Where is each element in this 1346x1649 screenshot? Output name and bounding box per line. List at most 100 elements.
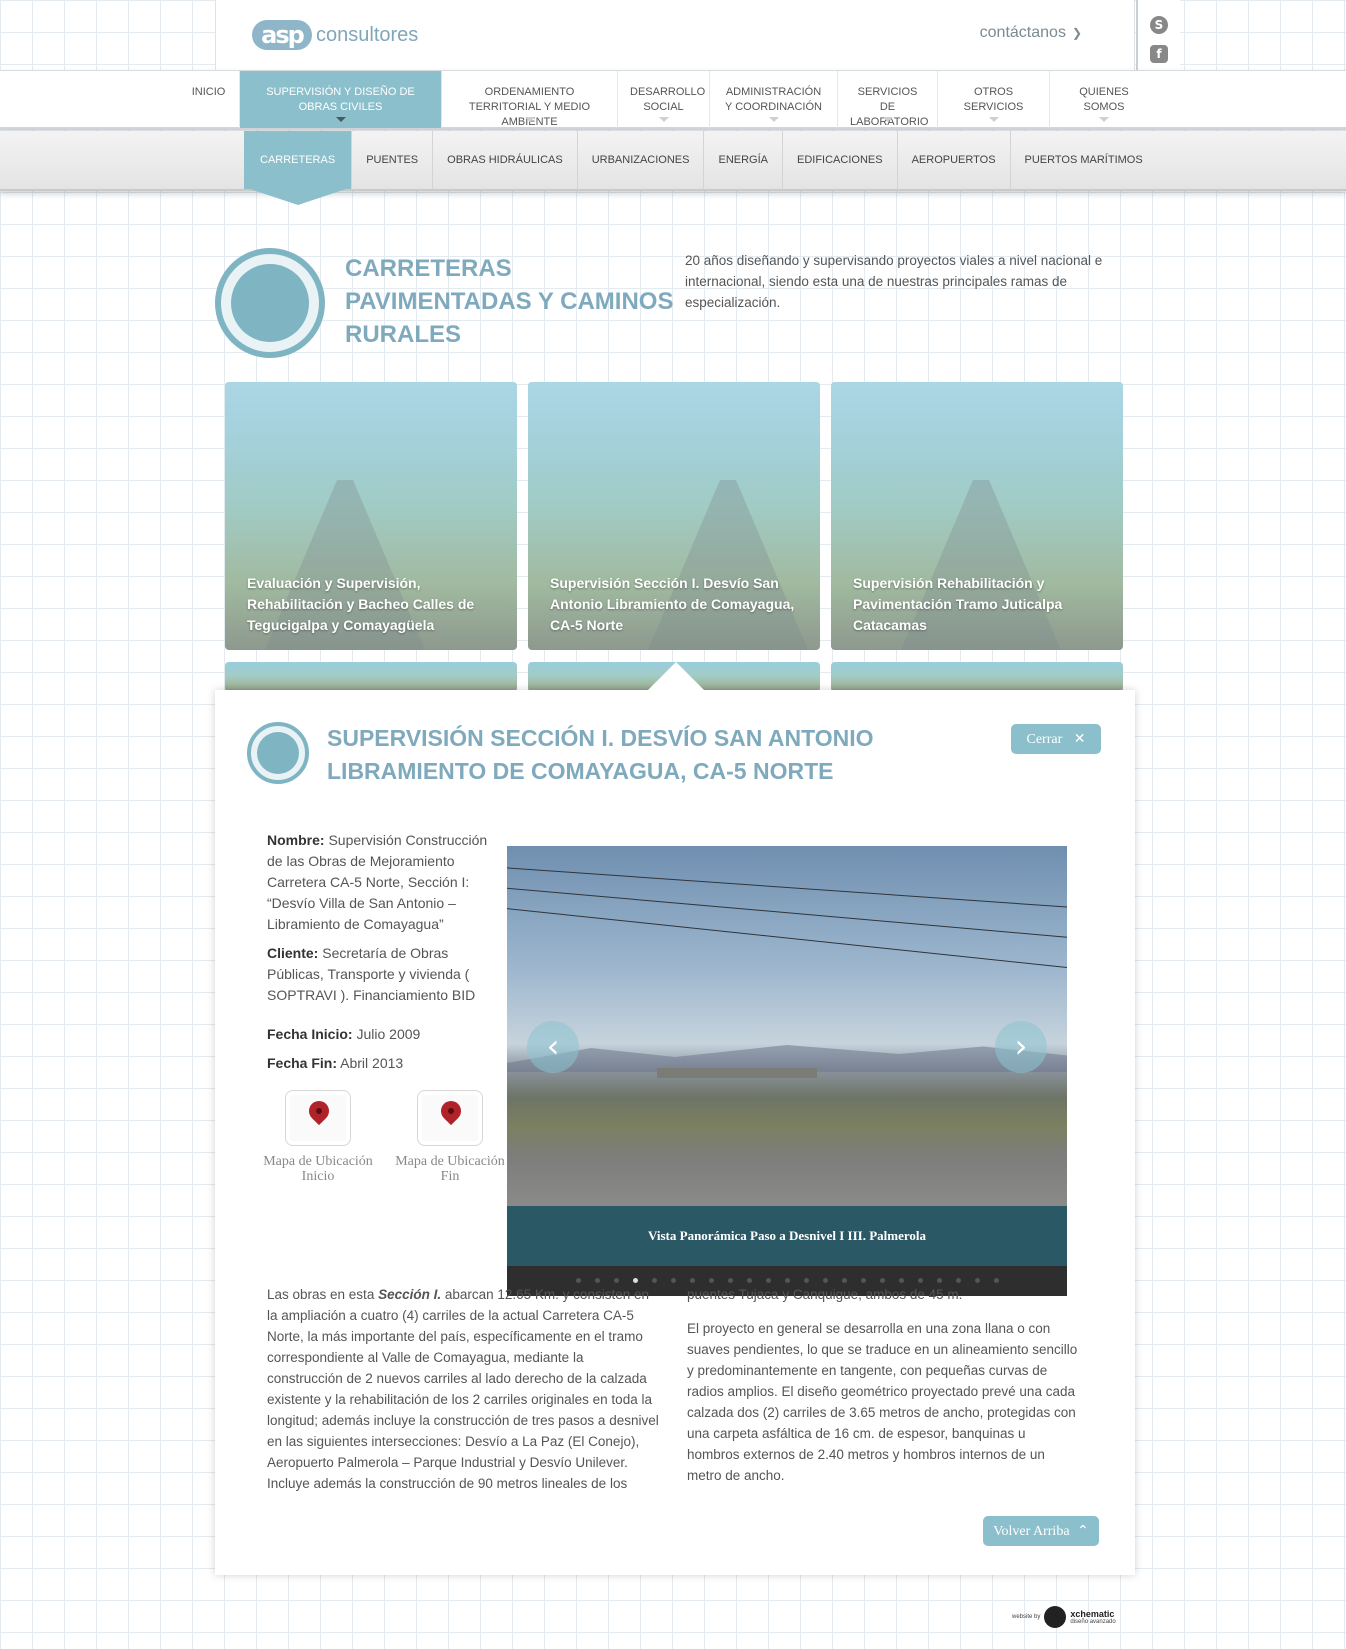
- facebook-icon[interactable]: f: [1150, 45, 1168, 63]
- credit-small: website by: [1012, 1614, 1041, 1620]
- nav-item-laboratorio[interactable]: SERVICIOS DE LABORATORIO: [838, 71, 938, 128]
- map-pin-icon: [285, 1090, 351, 1146]
- slide-dot[interactable]: [765, 1278, 771, 1283]
- nav-item-ordenamiento[interactable]: ORDENAMIENTO TERRITORIAL Y MEDIO AMBIENT…: [442, 71, 618, 128]
- nav-item-inicio[interactable]: INICIO: [178, 71, 240, 128]
- map-pin-icon: [417, 1090, 483, 1146]
- project-caption: Evaluación y Supervisión, Rehabilitación…: [247, 575, 475, 633]
- project-card[interactable]: [831, 662, 1123, 692]
- slide-dot[interactable]: [860, 1278, 866, 1283]
- site-logo[interactable]: asp consultores: [252, 20, 418, 50]
- back-to-top-button[interactable]: Volver Arriba ⌃: [983, 1516, 1099, 1546]
- slide-dot[interactable]: [746, 1278, 752, 1283]
- project-card[interactable]: Supervisión Rehabilitación y Pavimentaci…: [831, 382, 1123, 650]
- card-overlay: [831, 662, 1123, 692]
- project-card[interactable]: [225, 662, 517, 692]
- tab-puertos-maritimos[interactable]: PUERTOS MARÍTIMOS: [1011, 131, 1157, 189]
- road-icon: [247, 722, 309, 784]
- slide-dot[interactable]: [670, 1278, 676, 1283]
- nav-item-supervision[interactable]: SUPERVISIÓN Y DISEÑO DE OBRAS CIVILES: [240, 71, 442, 128]
- tab-energia[interactable]: ENERGÍA: [704, 131, 783, 189]
- close-label: Cerrar: [1026, 732, 1063, 747]
- nav-item-administracion[interactable]: ADMINISTRACIÓN Y COORDINACIÓN: [710, 71, 838, 128]
- slide-dot[interactable]: [803, 1278, 809, 1283]
- nav-item-desarrollo[interactable]: DESARROLLO SOCIAL: [618, 71, 710, 128]
- section-description: 20 años diseñando y supervisando proyect…: [685, 253, 1103, 310]
- previous-slide-button[interactable]: ‹: [527, 1021, 579, 1073]
- close-icon: ✕: [1073, 731, 1086, 747]
- slide-dot[interactable]: [879, 1278, 885, 1283]
- power-line: [507, 906, 1067, 972]
- site-header: asp consultores contáctanos ❯: [215, 0, 1135, 70]
- xchematic-logo-icon: [1044, 1606, 1067, 1628]
- slide-dot[interactable]: [689, 1278, 695, 1283]
- close-button[interactable]: Cerrar ✕: [1011, 724, 1101, 754]
- skype-icon[interactable]: S: [1150, 16, 1168, 34]
- slide-dot[interactable]: [822, 1278, 828, 1283]
- slide-bridge: [657, 1068, 817, 1078]
- nav-label: QUIENES SOMOS: [1079, 86, 1129, 113]
- nav-item-otros[interactable]: OTROS SERVICIOS: [938, 71, 1050, 128]
- slide-dot[interactable]: [708, 1278, 714, 1283]
- caret-icon: [524, 117, 535, 122]
- slide-dot[interactable]: [898, 1278, 904, 1283]
- body-rest: abarcan 12.65 Km. y consisten en la ampl…: [267, 1287, 659, 1491]
- slide-dot[interactable]: [613, 1278, 619, 1283]
- tab-aeropuertos[interactable]: AEROPUERTOS: [898, 131, 1011, 189]
- body-prefix: Las obras en esta: [267, 1287, 379, 1302]
- caret-icon: [988, 117, 999, 122]
- road-icon: [215, 248, 325, 358]
- nav-label: ADMINISTRACIÓN Y COORDINACIÓN: [725, 86, 822, 113]
- slide-dot[interactable]: [575, 1278, 581, 1283]
- slide-dot[interactable]: [651, 1278, 657, 1283]
- fecha-inicio-label: Fecha Inicio:: [267, 1026, 353, 1042]
- slide-dot[interactable]: [727, 1278, 733, 1283]
- nombre-label: Nombre:: [267, 832, 325, 848]
- nav-label: OTROS SERVICIOS: [963, 86, 1024, 113]
- tab-puentes[interactable]: PUENTES: [352, 131, 434, 189]
- slide-dot[interactable]: [594, 1278, 600, 1283]
- contact-dropdown[interactable]: contáctanos ❯: [980, 24, 1082, 42]
- main-nav: INICIO SUPERVISIÓN Y DISEÑO DE OBRAS CIV…: [0, 70, 1346, 130]
- body-text-left: Las obras en esta Sección I. abarcan 12.…: [267, 1284, 659, 1507]
- slide-dot[interactable]: [841, 1278, 847, 1283]
- project-info: Nombre: Supervisión Construcción de las …: [267, 830, 497, 1082]
- slide-dot[interactable]: [955, 1278, 961, 1283]
- nav-label: SUPERVISIÓN Y DISEÑO DE OBRAS CIVILES: [266, 86, 415, 113]
- slide-dot[interactable]: [993, 1278, 999, 1283]
- caret-icon: [1099, 117, 1109, 122]
- credit-name: xchematic: [1070, 1609, 1115, 1619]
- body-paragraph: El proyecto en general se desarrolla en …: [687, 1321, 1078, 1483]
- fecha-fin-label: Fecha Fin:: [267, 1055, 338, 1071]
- slide-dot[interactable]: [974, 1278, 980, 1283]
- map-end-label: Mapa de Ubicación Fin: [395, 1154, 505, 1184]
- slide-dot[interactable]: [936, 1278, 942, 1283]
- power-line: [507, 866, 1067, 911]
- logo-text: consultores: [316, 23, 419, 46]
- next-slide-button[interactable]: ›: [995, 1021, 1047, 1073]
- body-paragraph: Las obras en esta Sección I. abarcan 12.…: [267, 1284, 659, 1494]
- slide-dot[interactable]: [632, 1278, 638, 1283]
- tab-obras-hidraulicas[interactable]: OBRAS HIDRÁULICAS: [433, 131, 578, 189]
- social-links: S f: [1136, 0, 1180, 70]
- panel-pointer: [648, 662, 704, 690]
- card-overlay: [225, 662, 517, 692]
- tab-urbanizaciones[interactable]: URBANIZACIONES: [578, 131, 705, 189]
- project-card[interactable]: Evaluación y Supervisión, Rehabilitación…: [225, 382, 517, 650]
- info-fecha-fin: Fecha Fin: Abril 2013: [267, 1053, 497, 1074]
- chevron-down-icon: ❯: [1071, 26, 1082, 40]
- slide-photo: [507, 846, 1067, 1206]
- slide-dot[interactable]: [917, 1278, 923, 1283]
- slide-caption: Vista Panorámica Paso a Desnivel I III. …: [507, 1206, 1067, 1266]
- map-end-button[interactable]: Mapa de Ubicación Fin: [391, 1090, 509, 1184]
- nav-item-quienes[interactable]: QUIENES SOMOS: [1050, 71, 1158, 128]
- map-start-button[interactable]: Mapa de Ubicación Inicio: [259, 1090, 377, 1184]
- fecha-inicio-value: Julio 2009: [356, 1026, 421, 1042]
- main-content: CARRETERAS PAVIMENTADAS Y CAMINOS RURALE…: [215, 230, 1135, 1575]
- tab-edificaciones[interactable]: EDIFICACIONES: [783, 131, 898, 189]
- tab-carreteras[interactable]: CARRETERAS: [244, 131, 353, 205]
- footer-credit[interactable]: website by xchematic diseño avanzado: [1012, 1606, 1116, 1628]
- slide-dot[interactable]: [784, 1278, 790, 1283]
- project-card[interactable]: Supervisión Sección I. Desvío San Antoni…: [528, 382, 820, 650]
- section-title: CARRETERAS PAVIMENTADAS Y CAMINOS RURALE…: [345, 255, 674, 348]
